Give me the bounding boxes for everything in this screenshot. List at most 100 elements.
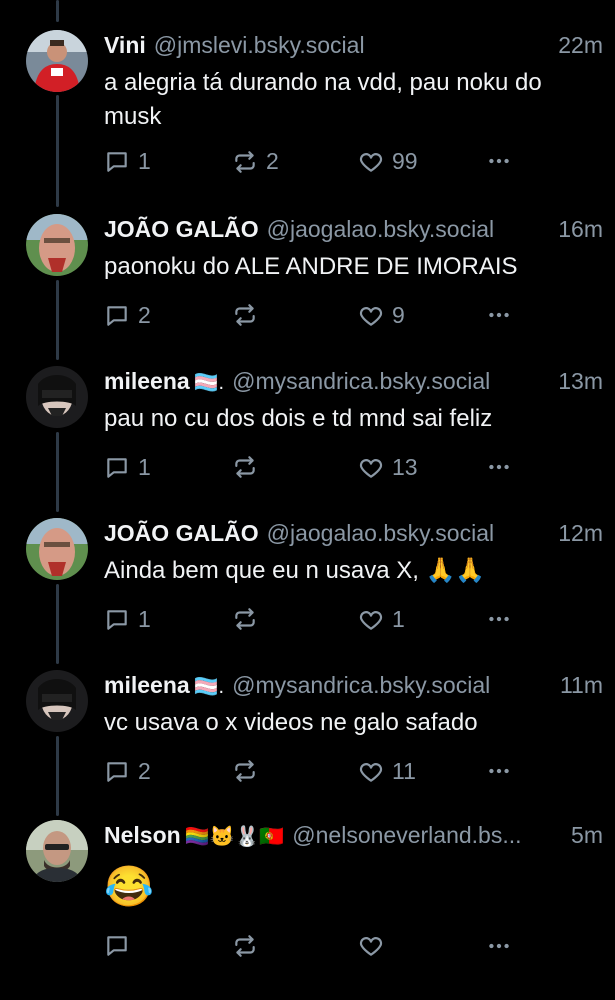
author-flags: 🏳️‍⚧️.: [193, 676, 225, 698]
post-text: 😂: [104, 865, 154, 909]
ellipsis-icon: [489, 616, 509, 622]
post-text: paonoku do ALE ANDRE DE IMORAIS: [104, 253, 518, 280]
repost-button[interactable]: [232, 758, 266, 784]
post-header: JOÃO GALÃO @jaogalao.bsky.social 16m: [104, 216, 603, 248]
reply-button[interactable]: [104, 933, 138, 959]
reply-count: 1: [138, 148, 151, 174]
like-button[interactable]: 13: [358, 454, 418, 481]
more-options-button[interactable]: [486, 933, 512, 959]
avatar[interactable]: [26, 518, 88, 580]
author-handle[interactable]: @mysandrica.bsky.social: [232, 368, 550, 395]
post[interactable]: JOÃO GALÃO @jaogalao.bsky.social 16m pao…: [0, 214, 615, 354]
author-name[interactable]: Vini: [104, 32, 146, 59]
reply-button[interactable]: 1: [104, 148, 151, 175]
author-name[interactable]: mileena: [104, 368, 190, 395]
repost-arrows-icon: [235, 608, 255, 630]
post-header: Nelson 🏳️‍🌈🐱🐰🇵🇹 @nelsoneverland.bs... 5m: [104, 822, 603, 854]
ellipsis-icon: [489, 943, 509, 949]
author-handle[interactable]: @nelsoneverland.bs...: [292, 822, 563, 849]
post[interactable]: mileena 🏳️‍⚧️. @mysandrica.bsky.social 1…: [0, 670, 615, 810]
post-header: mileena 🏳️‍⚧️. @mysandrica.bsky.social 1…: [104, 672, 603, 704]
like-count: 13: [392, 454, 418, 480]
repost-count: 2: [266, 148, 279, 174]
reply-button[interactable]: 1: [104, 454, 151, 481]
reply-button[interactable]: 2: [104, 302, 151, 329]
author-handle[interactable]: @jaogalao.bsky.social: [267, 216, 551, 243]
author-name[interactable]: Nelson: [104, 822, 181, 849]
like-button[interactable]: 9: [358, 302, 405, 329]
speech-bubble-icon: [107, 936, 127, 956]
author-name[interactable]: mileena: [104, 672, 190, 699]
author-handle[interactable]: @jaogalao.bsky.social: [267, 520, 551, 547]
post[interactable]: Vini @jmslevi.bsky.social 22m a alegria …: [0, 30, 615, 200]
post-time[interactable]: 22m: [558, 32, 603, 59]
repost-arrows-icon: [235, 456, 255, 478]
more-options-button[interactable]: [486, 148, 512, 174]
post[interactable]: Nelson 🏳️‍🌈🐱🐰🇵🇹 @nelsoneverland.bs... 5m…: [0, 820, 615, 970]
heart-icon: [359, 306, 383, 326]
speech-bubble-icon: [107, 609, 127, 630]
more-options-button[interactable]: [486, 302, 512, 328]
speech-bubble-icon: [107, 151, 127, 172]
post-text: Ainda bem que eu n usava X, 🙏🙏: [104, 557, 486, 584]
avatar[interactable]: [26, 366, 88, 428]
heart-icon: [359, 458, 383, 478]
repost-button[interactable]: [232, 606, 266, 632]
post-time[interactable]: 12m: [558, 520, 603, 547]
ellipsis-icon: [489, 768, 509, 774]
post-header: JOÃO GALÃO @jaogalao.bsky.social 12m: [104, 520, 603, 552]
repost-arrows-icon: [235, 150, 255, 173]
post-time[interactable]: 5m: [571, 822, 603, 849]
author-name[interactable]: JOÃO GALÃO: [104, 520, 259, 547]
speech-bubble-icon: [107, 305, 127, 326]
reply-count: 1: [138, 454, 151, 480]
speech-bubble-icon: [107, 761, 127, 782]
like-button[interactable]: [358, 933, 392, 959]
avatar[interactable]: [26, 670, 88, 732]
reply-count: 2: [138, 302, 151, 328]
ellipsis-icon: [489, 312, 509, 318]
heart-icon: [359, 610, 383, 630]
post-time[interactable]: 13m: [558, 368, 603, 395]
post[interactable]: JOÃO GALÃO @jaogalao.bsky.social 12m Ain…: [0, 518, 615, 658]
post[interactable]: mileena 🏳️‍⚧️. @mysandrica.bsky.social 1…: [0, 366, 615, 506]
repost-button[interactable]: [232, 302, 266, 328]
author-handle[interactable]: @jmslevi.bsky.social: [154, 32, 550, 59]
repost-button[interactable]: [232, 933, 266, 959]
post-actions: 1 2 99: [104, 148, 615, 178]
reply-button[interactable]: 2: [104, 758, 151, 785]
like-button[interactable]: 99: [358, 148, 418, 175]
heart-icon: [359, 762, 383, 782]
post-time[interactable]: 16m: [558, 216, 603, 243]
author-flags: 🏳️‍🌈🐱🐰🇵🇹: [184, 826, 285, 848]
reply-button[interactable]: 1: [104, 606, 151, 633]
author-name[interactable]: JOÃO GALÃO: [104, 216, 259, 243]
avatar[interactable]: [26, 30, 88, 92]
more-options-button[interactable]: [486, 454, 512, 480]
author-handle[interactable]: @mysandrica.bsky.social: [232, 672, 552, 699]
post-actions: [104, 933, 615, 963]
thread-line-top: [56, 0, 59, 22]
ellipsis-icon: [489, 464, 509, 470]
like-button[interactable]: 11: [358, 758, 416, 785]
like-count: 11: [392, 758, 416, 784]
post-text: a alegria tá durando na vdd, pau noku do…: [104, 69, 542, 130]
post-text: vc usava o x videos ne galo safado: [104, 709, 478, 736]
repost-arrows-icon: [235, 935, 255, 957]
post-actions: 1 1: [104, 606, 615, 636]
more-options-button[interactable]: [486, 758, 512, 784]
avatar[interactable]: [26, 214, 88, 276]
repost-button[interactable]: [232, 454, 266, 480]
speech-bubble-icon: [107, 457, 127, 478]
repost-button[interactable]: 2: [232, 148, 279, 175]
post-header: mileena 🏳️‍⚧️. @mysandrica.bsky.social 1…: [104, 368, 603, 400]
heart-icon: [359, 152, 383, 172]
avatar[interactable]: [26, 820, 88, 882]
repost-arrows-icon: [235, 760, 255, 782]
post-actions: 1 13: [104, 454, 615, 484]
post-time[interactable]: 11m: [560, 672, 603, 699]
more-options-button[interactable]: [486, 606, 512, 632]
like-button[interactable]: 1: [358, 606, 405, 633]
ellipsis-icon: [489, 158, 509, 164]
reply-count: 1: [138, 606, 151, 632]
